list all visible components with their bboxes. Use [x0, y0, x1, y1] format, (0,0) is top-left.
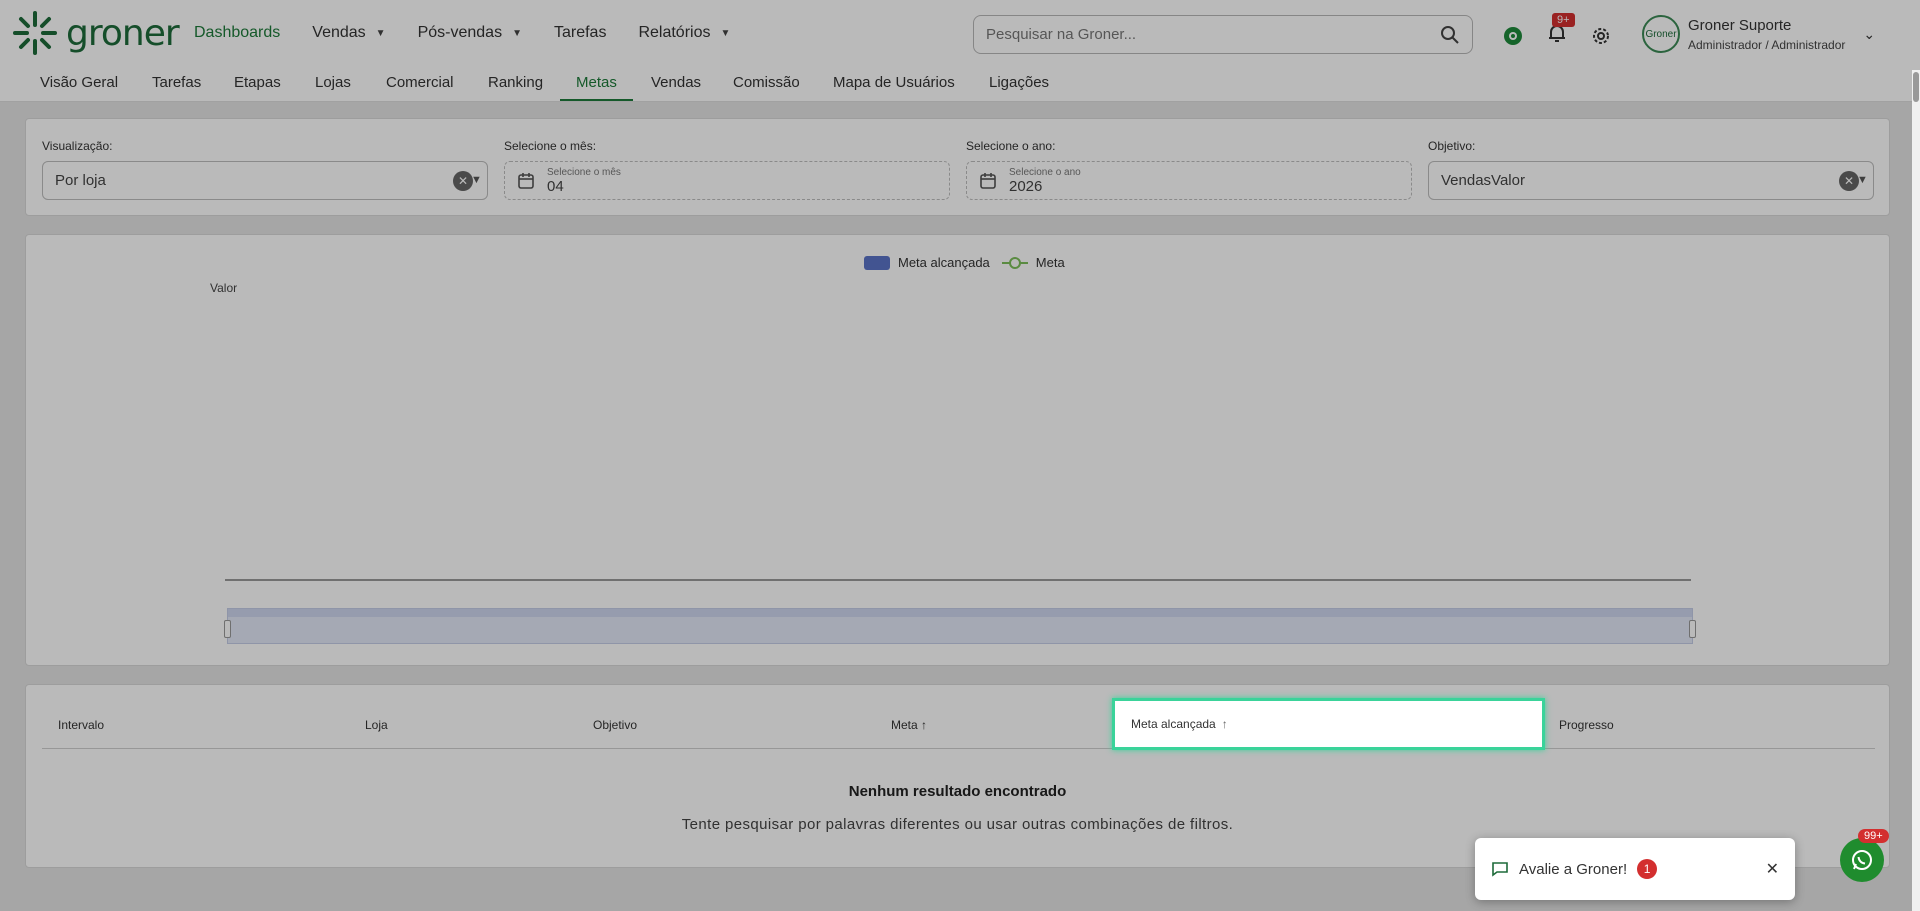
tab-mapa-usuarios[interactable]: Mapa de Usuários [833, 74, 955, 99]
calendar-icon [518, 172, 534, 189]
top-header: groner Dashboards Vendas ▼ Pós-vendas ▼ Ta… [0, 0, 1920, 70]
zoom-handle-right[interactable] [1689, 620, 1696, 638]
column-header-meta[interactable]: Meta ↑ [891, 718, 927, 732]
whatsapp-button[interactable] [1840, 838, 1884, 882]
objetivo-value: VendasValor [1441, 172, 1525, 189]
nav-label: Dashboards [194, 24, 281, 41]
calendar-icon [980, 172, 996, 189]
column-header-progresso[interactable]: Progresso [1559, 718, 1614, 732]
main-nav: Dashboards Vendas ▼ Pós-vendas ▼ Tarefas R… [194, 24, 730, 42]
ano-text: Selecione o ano 2026 [1009, 167, 1081, 195]
ano-picker[interactable]: Selecione o ano 2026 [966, 161, 1412, 200]
search-placeholder: Pesquisar na Groner... [986, 26, 1137, 43]
caret-down-icon: ▼ [512, 27, 522, 39]
objetivo-label: Objetivo: [1428, 139, 1476, 153]
search-icon[interactable] [1440, 25, 1460, 45]
ano-sublabel: Selecione o ano [1009, 166, 1081, 178]
user-name: Groner Suporte [1688, 16, 1792, 34]
whatsapp-icon [1852, 850, 1872, 870]
dashboard-tabs: Visão Geral Tarefas Etapas Lojas Comerci… [0, 70, 1920, 102]
whatsapp-badge: 99+ [1858, 829, 1889, 843]
scrollbar-thumb[interactable] [1913, 72, 1919, 102]
visualizacao-select[interactable]: Por loja ✕ ▼ [42, 161, 488, 200]
avatar: Groner [1642, 15, 1680, 53]
zoom-slider[interactable] [224, 608, 1696, 644]
tab-ranking[interactable]: Ranking [488, 74, 543, 99]
close-icon[interactable]: ✕ [1766, 859, 1779, 879]
notifications-button[interactable]: 9+ [1546, 13, 1575, 49]
groner-logo-icon [13, 11, 57, 55]
mes-text: Selecione o mês 04 [547, 167, 621, 195]
mes-label: Selecione o mês: [504, 139, 597, 153]
ano-value: 2026 [1009, 177, 1043, 195]
mes-sublabel: Selecione o mês [547, 166, 621, 178]
filters-card: Visualização: Por loja ✕ ▼ Selecione o m… [25, 118, 1890, 216]
nav-label: Relatórios [638, 24, 711, 41]
empty-state-title: Nenhum resultado encontrado [848, 783, 1067, 800]
column-header-intervalo[interactable]: Intervalo [58, 718, 104, 732]
nav-relatorios[interactable]: Relatórios ▼ [638, 24, 730, 42]
header-divider [42, 748, 1875, 749]
sort-arrow-icon: ↑ [921, 718, 928, 732]
toast-count-badge: 1 [1637, 859, 1658, 879]
visualizacao-value: Por loja [55, 172, 106, 189]
mes-picker[interactable]: Selecione o mês 04 [504, 161, 950, 200]
user-info: Groner Suporte Administrador / Administr… [1688, 17, 1845, 52]
sort-arrow-icon: ↑ [1221, 717, 1228, 731]
column-header-objetivo[interactable]: Objetivo [593, 718, 637, 732]
tab-metas[interactable]: Metas [560, 74, 633, 101]
page-scrollbar[interactable] [1912, 70, 1920, 911]
eye-sync-icon[interactable] [1502, 25, 1524, 47]
groner-logo[interactable]: groner [12, 10, 180, 56]
chart-plot [225, 579, 1691, 581]
column-header-loja[interactable]: Loja [365, 718, 388, 732]
chart-card: Meta alcançada Meta Valor [25, 234, 1890, 666]
zoom-slider-track [228, 609, 1692, 617]
nav-label: Vendas [312, 24, 366, 41]
nav-dashboards[interactable]: Dashboards [194, 24, 280, 42]
zoom-handle-left[interactable] [224, 620, 231, 638]
tab-vendas[interactable]: Vendas [651, 74, 701, 99]
caret-down-icon[interactable]: ▼ [471, 174, 482, 186]
user-role: Administrador / Administrador [1688, 37, 1846, 52]
chat-icon [1492, 862, 1508, 877]
nav-label: Tarefas [553, 24, 607, 41]
nav-vendas[interactable]: Vendas ▼ [312, 24, 385, 42]
search-input[interactable]: Pesquisar na Groner... [973, 15, 1473, 54]
clear-icon[interactable]: ✕ [453, 171, 473, 191]
column-header-meta-alcancada[interactable]: Meta alcançada ↑ [1112, 698, 1545, 750]
caret-down-icon: ▼ [375, 27, 386, 39]
column-label: Meta [891, 718, 918, 732]
ano-label: Selecione o ano: [966, 139, 1056, 153]
avatar-text: Groner [1645, 28, 1677, 40]
tab-tarefas[interactable]: Tarefas [152, 74, 201, 99]
visualizacao-label: Visualização: [42, 139, 113, 153]
nav-pos-vendas[interactable]: Pós-vendas ▼ [418, 24, 522, 42]
tab-visao-geral[interactable]: Visão Geral [40, 74, 118, 99]
gear-icon[interactable] [1590, 25, 1612, 47]
nav-tarefas[interactable]: Tarefas [554, 24, 606, 42]
toast-label: Avalie a Groner! [1519, 860, 1628, 878]
header-icons: 9+ [1502, 13, 1612, 49]
notification-badge: 9+ [1552, 13, 1575, 27]
empty-state-subtitle: Tente pesquisar por palavras diferentes … [681, 816, 1234, 833]
nav-label: Pós-vendas [417, 24, 503, 41]
tab-comissao[interactable]: Comissão [733, 74, 800, 99]
tab-etapas[interactable]: Etapas [234, 74, 281, 99]
brand-name: groner [66, 12, 180, 54]
chevron-down-icon[interactable]: ⌄ [1863, 26, 1875, 43]
caret-down-icon: ▼ [720, 27, 731, 39]
mes-value: 04 [547, 177, 564, 195]
feedback-toast[interactable]: Avalie a Groner! 1 ✕ [1475, 838, 1795, 900]
objetivo-select[interactable]: VendasValor ✕ ▼ [1428, 161, 1874, 200]
tab-ligacoes[interactable]: Ligações [989, 74, 1049, 99]
tab-comercial[interactable]: Comercial [386, 74, 454, 99]
caret-down-icon[interactable]: ▼ [1857, 174, 1868, 186]
column-label: Meta alcançada [1131, 717, 1216, 731]
clear-icon[interactable]: ✕ [1839, 171, 1859, 191]
tab-lojas[interactable]: Lojas [315, 74, 351, 99]
user-menu[interactable]: Groner Groner Suporte Administrador / Ad… [1642, 15, 1875, 53]
